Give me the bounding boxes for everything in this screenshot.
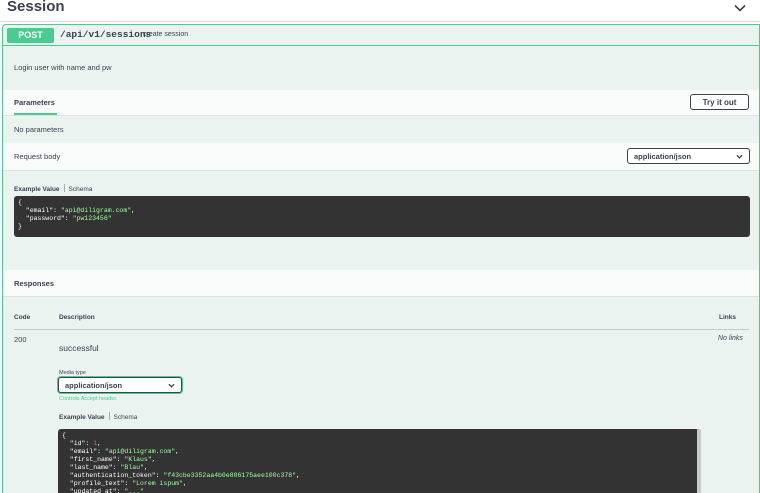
response-example-tabs: Example Value Schema bbox=[59, 412, 137, 421]
column-description: Description bbox=[59, 314, 95, 321]
code-text: "email": bbox=[18, 207, 61, 214]
code-text: "id": bbox=[62, 440, 94, 447]
code-line: } bbox=[18, 223, 746, 231]
tag-title: Session bbox=[7, 0, 65, 15]
code-line: "authentication_token": "f43cbe3352aa4b0… bbox=[62, 472, 300, 479]
code-line: { bbox=[18, 199, 746, 207]
parameters-header: Parameters Try it out bbox=[3, 90, 759, 116]
code-scrollbar[interactable] bbox=[697, 429, 701, 493]
code-string: "pw123456" bbox=[72, 215, 112, 222]
code-string: "Lorem ispum" bbox=[132, 480, 183, 487]
request-example-tabs: Example Value Schema bbox=[14, 184, 92, 193]
chevron-down-icon[interactable] bbox=[734, 2, 746, 14]
code-line: "first_name": "Klaus", bbox=[62, 456, 156, 463]
code-line: "profile_text": "Lorem ispum", bbox=[62, 480, 187, 487]
response-media-type-select[interactable]: application/json bbox=[58, 377, 182, 393]
response-description: successful bbox=[59, 343, 99, 353]
tab-example-value[interactable]: Example Value bbox=[14, 186, 60, 193]
tab-example-value[interactable]: Example Value bbox=[59, 414, 105, 421]
no-parameters-text: No parameters bbox=[14, 125, 64, 134]
request-content-type-select[interactable]: application/json bbox=[627, 148, 750, 164]
code-line: "id": 1, bbox=[62, 440, 102, 447]
code-string: "..." bbox=[124, 488, 144, 493]
endpoint-summary: create session bbox=[143, 31, 189, 38]
tab-parameters[interactable]: Parameters bbox=[14, 98, 55, 107]
code-text: } bbox=[18, 223, 22, 230]
responses-title: Responses bbox=[14, 279, 55, 288]
try-it-out-button[interactable]: Try it out bbox=[690, 94, 749, 110]
column-links: Links bbox=[719, 314, 736, 321]
opblock-summary[interactable]: POST /api/v1/sessions create session bbox=[3, 25, 759, 46]
tab-schema[interactable]: Schema bbox=[69, 186, 93, 193]
response-links: No links bbox=[718, 335, 743, 342]
code-string: "Klaus" bbox=[124, 456, 152, 463]
table-divider bbox=[14, 329, 749, 330]
code-string: "Blau" bbox=[120, 464, 144, 471]
code-text: "updated_at": bbox=[62, 488, 125, 493]
code-number: 1 bbox=[93, 440, 98, 447]
code-line: "email": "api@diligram.com", bbox=[62, 448, 180, 455]
code-line: { bbox=[62, 432, 695, 440]
chevron-down-icon bbox=[736, 154, 743, 159]
code-text: "profile_text": bbox=[62, 480, 133, 487]
tab-separator bbox=[63, 184, 65, 192]
code-text: "authentication_token": bbox=[62, 472, 164, 479]
request-body-header: Request body application/json bbox=[3, 143, 759, 171]
chevron-down-icon bbox=[168, 383, 175, 388]
opblock-post-sessions: POST /api/v1/sessions create session Log… bbox=[2, 24, 760, 493]
request-body-label: Request body bbox=[14, 152, 61, 161]
endpoint-path: /api/v1/sessions bbox=[60, 29, 152, 40]
media-type-label: Media type bbox=[59, 370, 86, 376]
method-badge: POST bbox=[7, 28, 54, 43]
code-line: "email": "api@diligram.com", bbox=[18, 207, 136, 214]
tag-header[interactable]: Session bbox=[0, 0, 760, 22]
code-line: "password": "pw123456" bbox=[18, 215, 746, 223]
code-string: "api@diligram.com" bbox=[104, 448, 176, 455]
select-value: application/json bbox=[634, 152, 692, 161]
code-text: "email": bbox=[62, 448, 105, 455]
code-string: "api@diligram.com" bbox=[60, 207, 132, 214]
code-text: { bbox=[62, 432, 66, 439]
column-code: Code bbox=[14, 314, 31, 321]
code-text: "first_name": bbox=[62, 456, 125, 463]
request-example-code[interactable]: { "email": "api@diligram.com", "password… bbox=[14, 196, 750, 237]
code-line: "last_name": "Blau", bbox=[62, 464, 148, 471]
operation-description: Login user with name and pw bbox=[14, 63, 112, 72]
response-example-code[interactable]: { "id": 1, "email": "api@diligram.com", … bbox=[58, 429, 699, 493]
code-text: { bbox=[18, 199, 22, 206]
code-text: "last_name": bbox=[62, 464, 121, 471]
tab-active-indicator bbox=[14, 113, 57, 115]
tab-schema[interactable]: Schema bbox=[114, 414, 138, 421]
code-line: "updated_at": "..." bbox=[62, 488, 695, 493]
code-string: "f43cbe3352aa4b0e806175aee100c378" bbox=[163, 472, 297, 479]
select-value: application/json bbox=[65, 381, 123, 390]
response-code: 200 bbox=[14, 335, 27, 344]
code-text: "password": bbox=[18, 215, 73, 222]
controls-accept-note: Controls Accept header. bbox=[59, 396, 118, 402]
tab-separator bbox=[108, 412, 110, 420]
responses-header: Responses bbox=[3, 270, 759, 297]
